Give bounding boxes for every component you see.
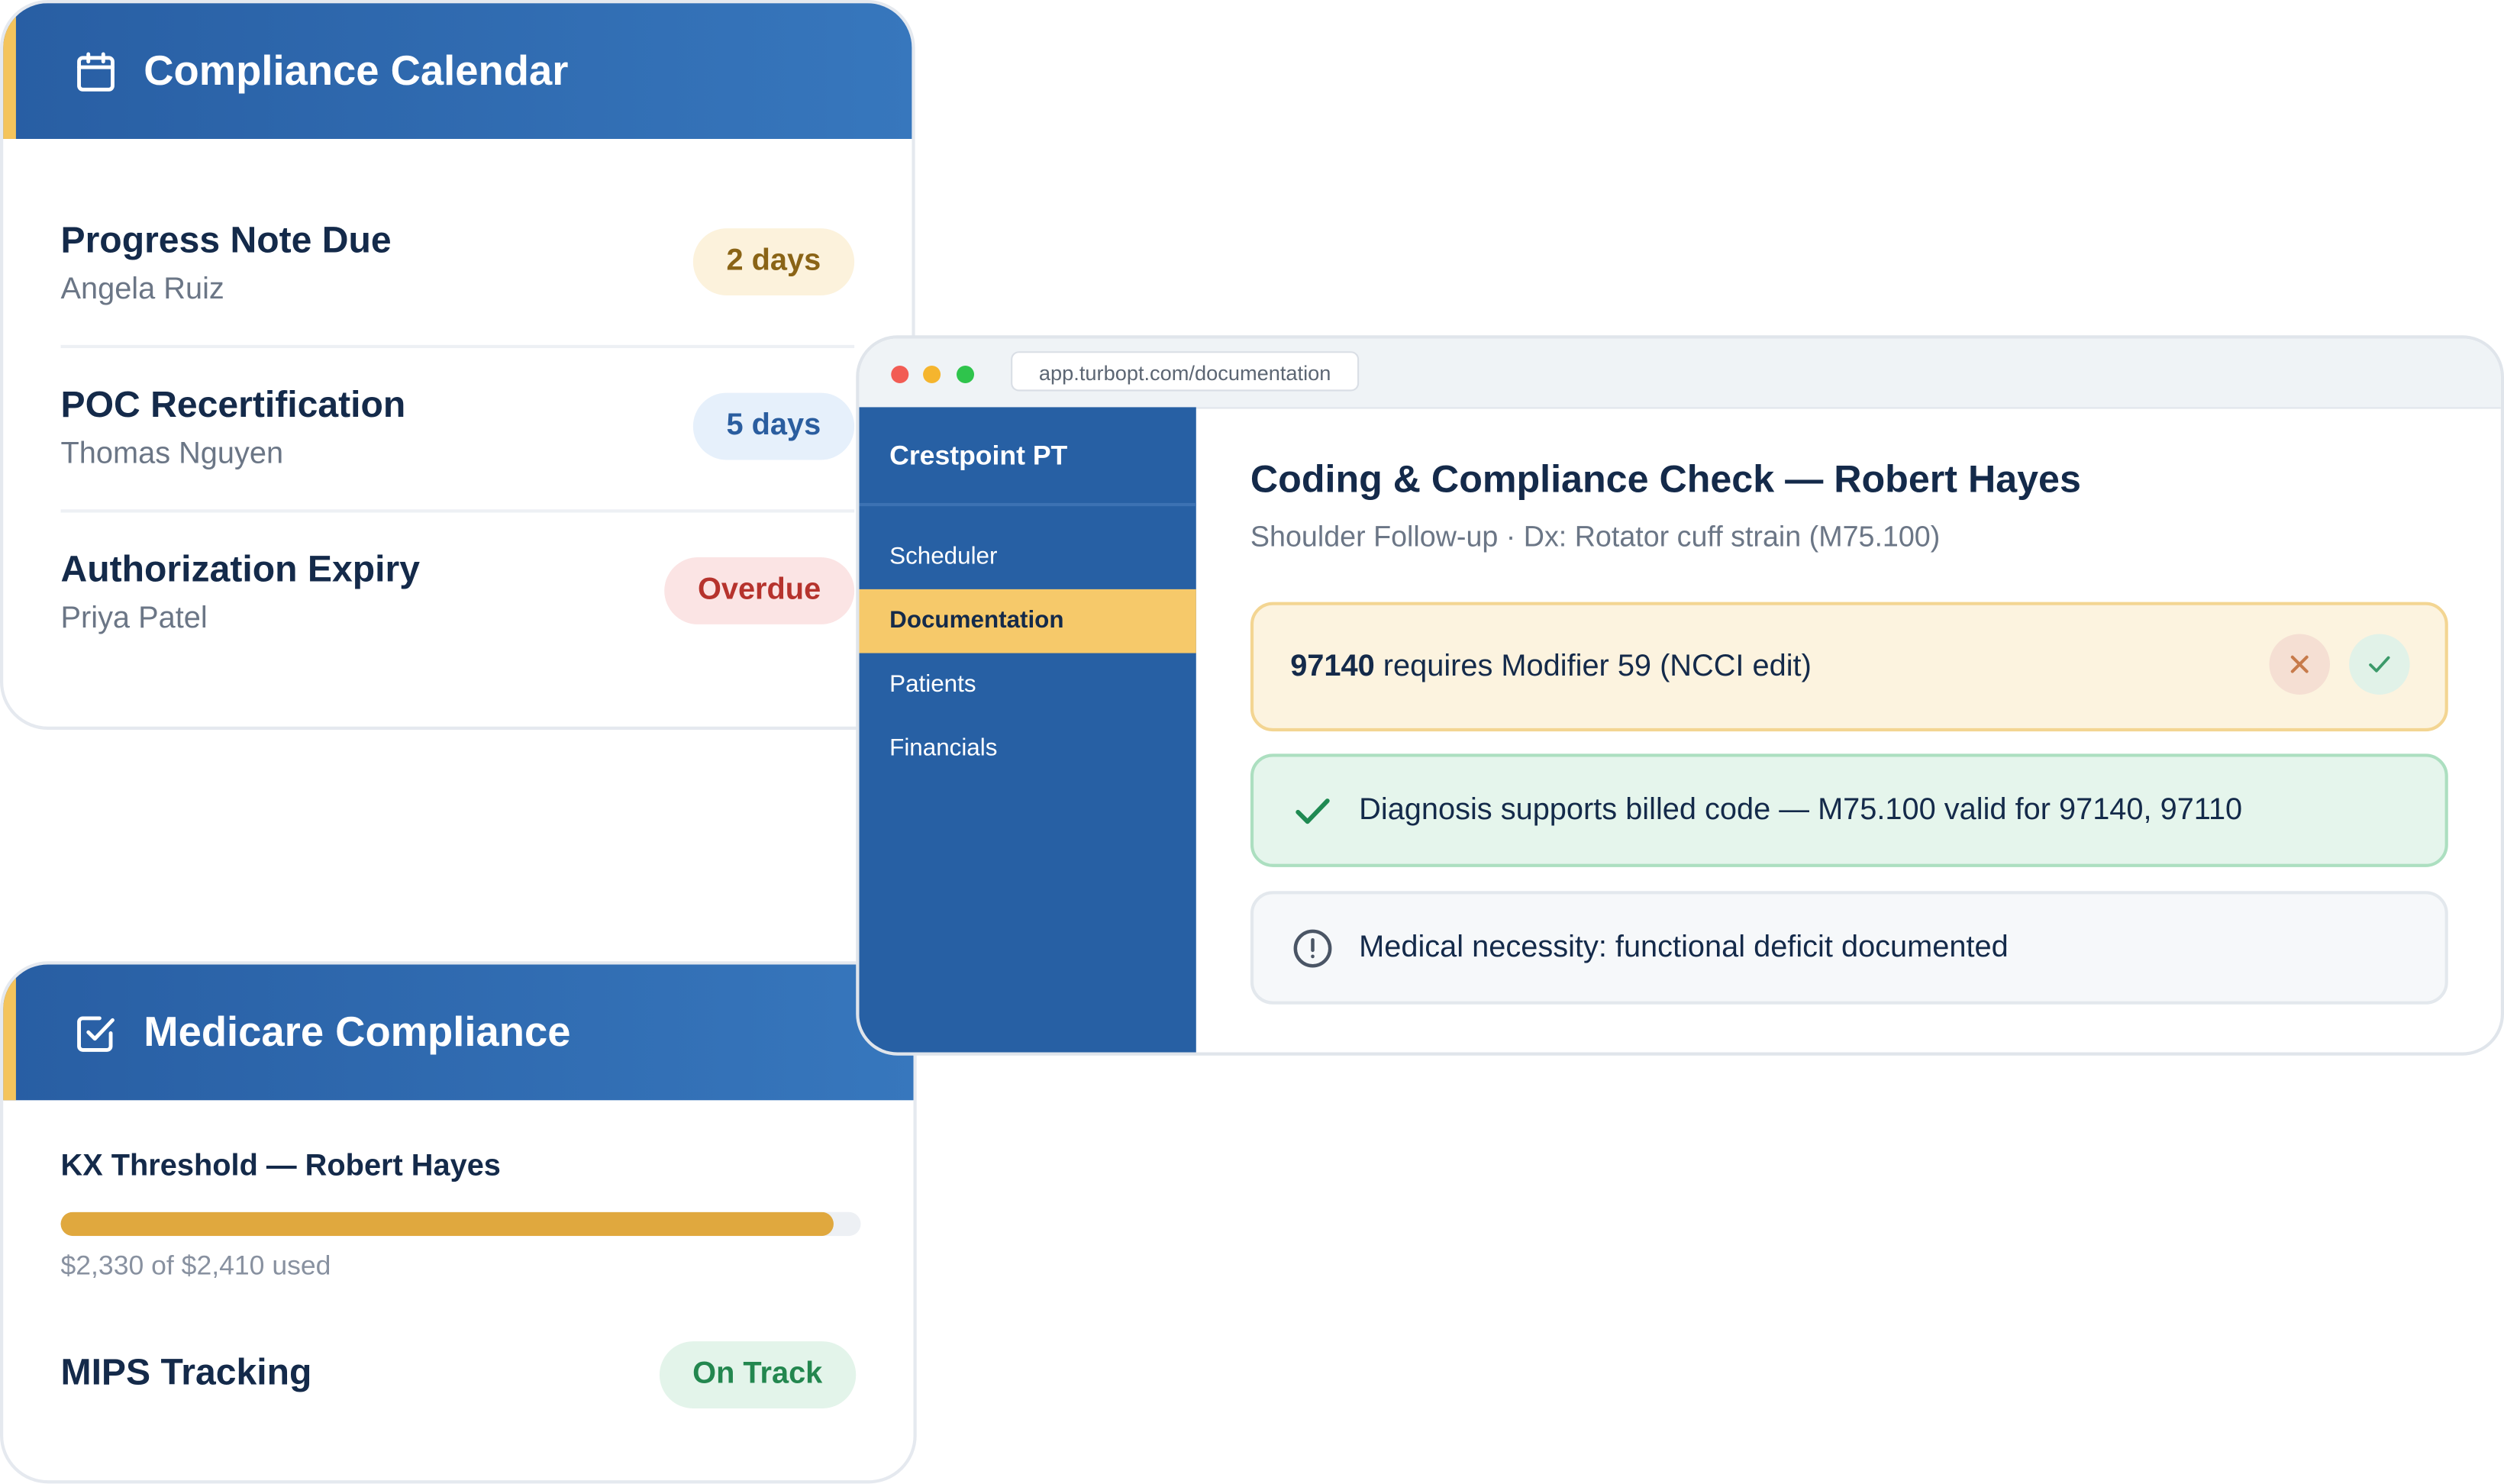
kx-threshold-progress-fill bbox=[60, 1211, 834, 1237]
medicare-compliance-card: Medicare Compliance KX Threshold — Rober… bbox=[0, 961, 917, 1484]
compliance-calendar-header: Compliance Calendar bbox=[3, 3, 912, 139]
calendar-icon bbox=[73, 49, 118, 94]
checkbox-icon bbox=[73, 1010, 118, 1055]
sidebar-item-financials[interactable]: Financials bbox=[859, 717, 1196, 781]
medicare-compliance-title: Medicare Compliance bbox=[144, 1007, 571, 1056]
alert-message: Diagnosis supports billed code — M75.100… bbox=[1359, 792, 2243, 827]
calendar-item-title: POC Recertification bbox=[60, 383, 406, 425]
calendar-item-authorization-expiry[interactable]: Authorization Expiry Priya Patel Overdue bbox=[60, 512, 855, 676]
medicare-compliance-header: Medicare Compliance bbox=[3, 964, 914, 1101]
sidebar: Crestpoint PT Scheduler Documentation Pa… bbox=[859, 407, 1196, 1053]
browser-window: app.turbopt.com/documentation Crestpoint… bbox=[856, 335, 2504, 1056]
calendar-item-patient: Angela Ruiz bbox=[60, 273, 224, 307]
calendar-item-poc-recertification[interactable]: POC Recertification Thomas Nguyen 5 days bbox=[60, 348, 855, 513]
window-maximize-dot[interactable] bbox=[957, 366, 975, 384]
browser-chrome-bar: app.turbopt.com/documentation bbox=[859, 338, 2501, 409]
compliance-calendar-list: Progress Note Due Angela Ruiz 2 days POC… bbox=[3, 139, 912, 677]
sidebar-item-scheduler[interactable]: Scheduler bbox=[859, 525, 1196, 589]
main-content: Coding & Compliance Check — Robert Hayes… bbox=[1196, 407, 2501, 1052]
medical-necessity-alert: Medical necessity: functional deficit do… bbox=[1250, 891, 2448, 1005]
alert-message: requires Modifier 59 (NCCI edit) bbox=[1374, 649, 1812, 683]
due-badge: 2 days bbox=[692, 228, 855, 295]
kx-threshold-progress-bar bbox=[60, 1211, 861, 1237]
page-title: Coding & Compliance Check — Robert Hayes bbox=[1250, 458, 2081, 502]
mips-status-badge: On Track bbox=[659, 1341, 857, 1409]
calendar-item-patient: Priya Patel bbox=[60, 602, 208, 636]
close-icon bbox=[2290, 655, 2309, 673]
check-icon bbox=[2369, 656, 2390, 673]
sidebar-item-patients[interactable]: Patients bbox=[859, 653, 1196, 718]
kx-threshold-usage: $2,330 of $2,410 used bbox=[60, 1250, 331, 1281]
info-circle-icon bbox=[1292, 927, 1333, 968]
calendar-item-title: Authorization Expiry bbox=[60, 547, 420, 589]
sidebar-nav: Scheduler Documentation Patients Financi… bbox=[859, 506, 1196, 781]
reject-suggestion-button[interactable] bbox=[2269, 634, 2330, 695]
window-minimize-dot[interactable] bbox=[923, 366, 941, 384]
mips-tracking-label: MIPS Tracking bbox=[60, 1350, 312, 1393]
compliance-calendar-title: Compliance Calendar bbox=[144, 46, 569, 95]
brand-name: Crestpoint PT bbox=[859, 407, 1196, 507]
alert-text: 97140 requires Modifier 59 (NCCI edit) bbox=[1290, 649, 1812, 684]
check-icon bbox=[1292, 789, 1333, 831]
due-badge: 5 days bbox=[692, 392, 855, 460]
calendar-item-patient: Thomas Nguyen bbox=[60, 437, 284, 472]
kx-threshold-label: KX Threshold — Robert Hayes bbox=[60, 1150, 501, 1184]
cpt-code: 97140 bbox=[1290, 649, 1375, 683]
address-bar[interactable]: app.turbopt.com/documentation bbox=[1011, 351, 1360, 392]
window-close-dot[interactable] bbox=[891, 366, 909, 384]
diagnosis-supported-alert: Diagnosis supports billed code — M75.100… bbox=[1250, 753, 2448, 867]
compliance-calendar-card: Compliance Calendar Progress Note Due An… bbox=[0, 0, 915, 730]
modifier-warning-alert: 97140 requires Modifier 59 (NCCI edit) bbox=[1250, 602, 2448, 732]
calendar-item-progress-note[interactable]: Progress Note Due Angela Ruiz 2 days bbox=[60, 184, 855, 349]
accept-suggestion-button[interactable] bbox=[2349, 634, 2410, 695]
sidebar-item-documentation[interactable]: Documentation bbox=[859, 589, 1196, 653]
calendar-item-title: Progress Note Due bbox=[60, 218, 392, 260]
page-subtitle: Shoulder Follow-up · Dx: Rotator cuff st… bbox=[1250, 520, 1941, 553]
alert-actions bbox=[2269, 634, 2410, 695]
alert-message: Medical necessity: functional deficit do… bbox=[1359, 930, 2009, 964]
overdue-badge: Overdue bbox=[664, 557, 855, 624]
